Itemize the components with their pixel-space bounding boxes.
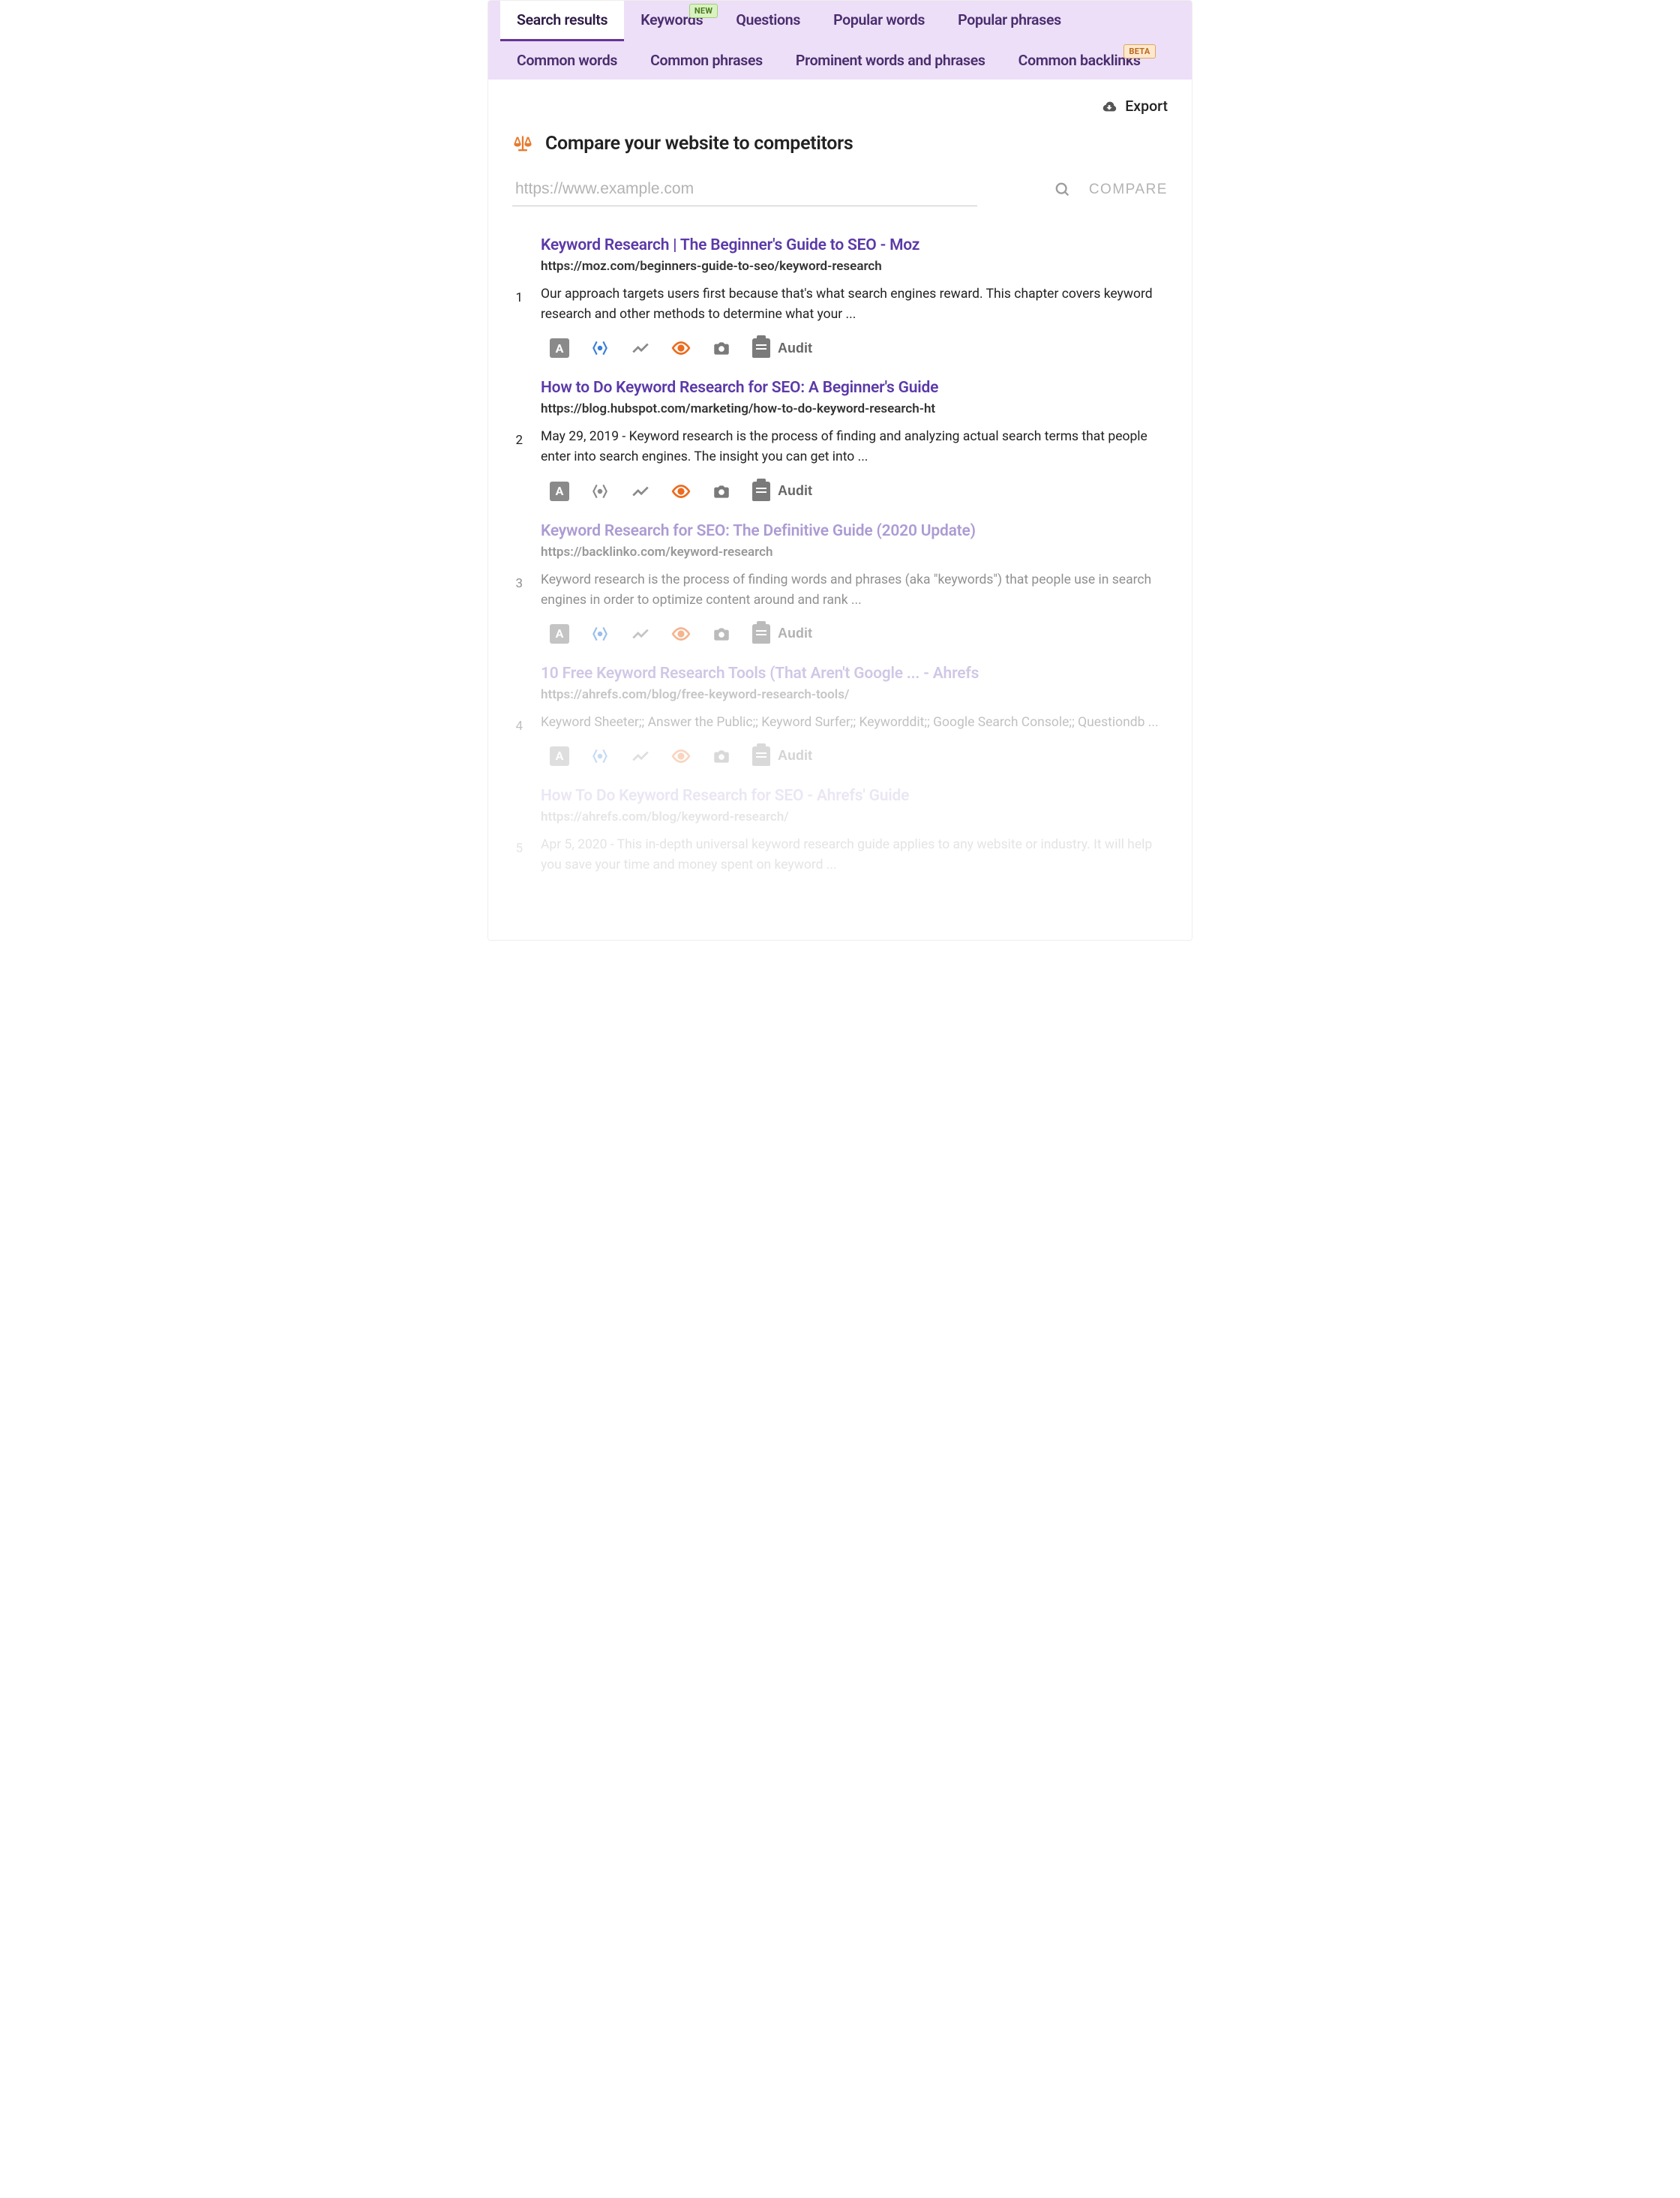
result-number: 4: [512, 665, 523, 766]
result-number: 2: [512, 379, 523, 500]
result-url: https://ahrefs.com/blog/free-keyword-res…: [541, 687, 1168, 702]
scale-icon: [512, 134, 533, 155]
archive-icon[interactable]: A: [550, 624, 569, 644]
clipboard-icon: [752, 482, 770, 501]
result-url: https://moz.com/beginners-guide-to-seo/k…: [541, 259, 1168, 274]
search-results-list: 1 Keyword Research | The Beginner's Guide…: [512, 236, 1168, 889]
result-snippet: Apr 5, 2020 - This in-depth universal ke…: [541, 835, 1168, 875]
result-snippet: May 29, 2019 - Keyword research is the p…: [541, 427, 1168, 467]
result-title-link[interactable]: Keyword Research | The Beginner's Guide …: [541, 236, 1168, 254]
result-url: https://blog.hubspot.com/marketing/how-t…: [541, 401, 1168, 416]
compare-title: Compare your website to competitors: [545, 133, 853, 155]
tab-search-results[interactable]: Search results: [500, 1, 624, 41]
result-title-link[interactable]: 10 Free Keyword Research Tools (That Are…: [541, 665, 1168, 683]
clipboard-icon: [752, 624, 770, 644]
tab-popular-phrases[interactable]: Popular phrases: [941, 1, 1078, 41]
clipboard-icon: [752, 746, 770, 766]
visibility-icon[interactable]: [671, 338, 691, 358]
result-item: 2 How to Do Keyword Research for SEO: A B…: [512, 379, 1168, 500]
export-action[interactable]: Export: [512, 92, 1168, 133]
result-snippet: Keyword Sheeter;; Answer the Public;; Ke…: [541, 713, 1168, 733]
screenshot-icon[interactable]: [712, 338, 731, 358]
audit-label: Audit: [778, 341, 812, 356]
trend-icon[interactable]: [631, 338, 650, 358]
audit-button[interactable]: Audit: [752, 338, 812, 358]
result-item: 3 Keyword Research for SEO: The Definitiv…: [512, 522, 1168, 644]
schema-icon[interactable]: [590, 746, 610, 766]
result-url: https://backlinko.com/keyword-research: [541, 545, 1168, 560]
tab-questions[interactable]: Questions: [719, 1, 817, 41]
result-snippet: Keyword research is the process of findi…: [541, 570, 1168, 611]
audit-label: Audit: [778, 748, 812, 764]
schema-icon[interactable]: [590, 624, 610, 644]
clipboard-icon: [752, 338, 770, 358]
tab-keywords[interactable]: KeywordsNEW: [624, 1, 719, 41]
result-url: https://ahrefs.com/blog/keyword-research…: [541, 809, 1168, 824]
trend-icon[interactable]: [631, 482, 650, 501]
result-number: 1: [512, 236, 523, 358]
result-number: 3: [512, 522, 523, 644]
search-icon[interactable]: [1054, 182, 1071, 198]
result-item: 1 Keyword Research | The Beginner's Guide…: [512, 236, 1168, 358]
schema-icon[interactable]: [590, 482, 610, 501]
visibility-icon[interactable]: [671, 746, 691, 766]
tabs-row-1: Search resultsKeywordsNEWQuestionsPopula…: [488, 1, 1192, 41]
audit-label: Audit: [778, 626, 812, 641]
tab-common-phrases[interactable]: Common phrases: [634, 41, 779, 80]
archive-icon[interactable]: A: [550, 482, 569, 501]
audit-button[interactable]: Audit: [752, 624, 812, 644]
result-item: 4 10 Free Keyword Research Tools (That Ar…: [512, 665, 1168, 766]
result-title-link[interactable]: How to Do Keyword Research for SEO: A Be…: [541, 379, 1168, 397]
schema-icon[interactable]: [590, 338, 610, 358]
result-tools: A Audit: [541, 482, 1168, 501]
audit-label: Audit: [778, 483, 812, 499]
archive-icon[interactable]: A: [550, 338, 569, 358]
tab-common-backlinks[interactable]: Common backlinksBETA: [1002, 41, 1157, 80]
result-number: 5: [512, 787, 523, 889]
cloud-download-icon: [1101, 98, 1118, 115]
result-item: 5 How To Do Keyword Research for SEO - Ah…: [512, 787, 1168, 889]
tab-prominent-words-phrases[interactable]: Prominent words and phrases: [779, 41, 1002, 80]
archive-icon[interactable]: A: [550, 746, 569, 766]
result-tools: A Audit: [541, 624, 1168, 644]
export-label: Export: [1125, 98, 1168, 115]
visibility-icon[interactable]: [671, 482, 691, 501]
compare-url-input[interactable]: [512, 173, 977, 206]
visibility-icon[interactable]: [671, 624, 691, 644]
result-title-link[interactable]: How To Do Keyword Research for SEO - Ahr…: [541, 787, 1168, 805]
tabs-row-2: Common wordsCommon phrasesProminent word…: [488, 41, 1192, 80]
result-snippet: Our approach targets users first because…: [541, 284, 1168, 325]
screenshot-icon[interactable]: [712, 624, 731, 644]
tabs-wrapper: Search resultsKeywordsNEWQuestionsPopula…: [488, 1, 1192, 80]
compare-button[interactable]: COMPARE: [1089, 182, 1168, 198]
result-tools: A Audit: [541, 338, 1168, 358]
result-tools: A Audit: [541, 746, 1168, 766]
trend-icon[interactable]: [631, 746, 650, 766]
screenshot-icon[interactable]: [712, 746, 731, 766]
tab-common-words[interactable]: Common words: [500, 41, 634, 80]
screenshot-icon[interactable]: [712, 482, 731, 501]
new-badge: NEW: [689, 4, 718, 18]
audit-button[interactable]: Audit: [752, 482, 812, 501]
beta-badge: BETA: [1124, 44, 1155, 59]
tab-popular-words[interactable]: Popular words: [817, 1, 941, 41]
audit-button[interactable]: Audit: [752, 746, 812, 766]
trend-icon[interactable]: [631, 624, 650, 644]
compare-header: Compare your website to competitors: [512, 133, 1168, 173]
result-title-link[interactable]: Keyword Research for SEO: The Definitive…: [541, 522, 1168, 540]
